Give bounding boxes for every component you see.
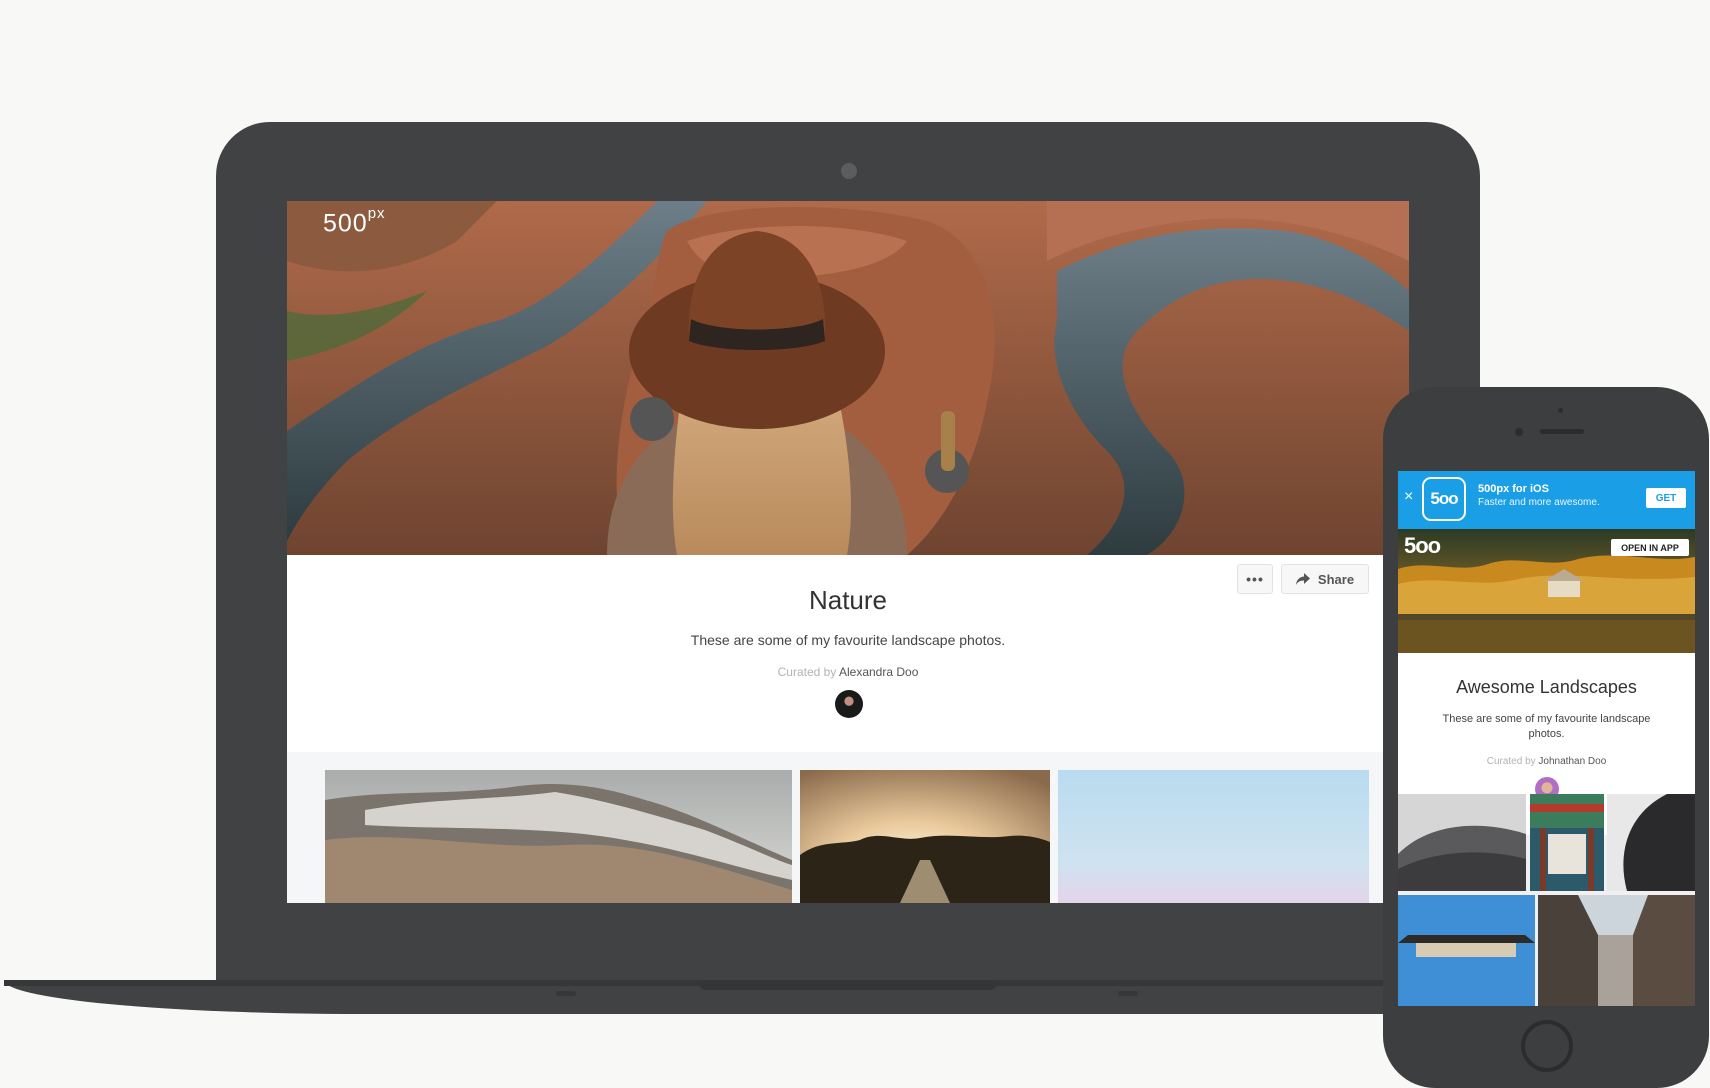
mobile-screen: × 5oo 500px for iOS Faster and more awes… [1398, 471, 1695, 1006]
laptop-foot [556, 991, 576, 996]
mobile-collection-description: These are some of my favourite landscape… [1442, 713, 1651, 740]
curve-photo [1607, 794, 1695, 891]
close-icon[interactable]: × [1404, 488, 1413, 506]
mobile-curated-by: Curated by Johnathan Doo [1398, 756, 1695, 767]
banner-title: 500px for iOS [1478, 483, 1549, 495]
brand-logo-mobile[interactable]: 5oo [1404, 533, 1441, 559]
mobile-grid-photo-street[interactable] [1538, 895, 1695, 1006]
brand-logo[interactable]: 500px [323, 205, 386, 238]
laptop-hinge [698, 981, 998, 990]
curator-avatar[interactable] [835, 690, 863, 718]
phone-sensor [1558, 408, 1563, 413]
app-install-banner: × 5oo 500px for iOS Faster and more awes… [1398, 471, 1695, 529]
mobile-grid-photo-gate[interactable] [1530, 794, 1604, 891]
share-arrow-icon [1295, 573, 1310, 585]
curator-name[interactable]: Alexandra Doo [839, 665, 918, 679]
phone-camera [1515, 428, 1523, 436]
desktop-screen: 500px ••• Share Nature These are some of… [287, 201, 1409, 903]
logo-sup: px [367, 205, 386, 222]
laptop-foot [1118, 991, 1138, 996]
grid-photo-mountains[interactable] [325, 770, 792, 903]
architecture-photo [1398, 794, 1526, 891]
curated-by: Curated by Alexandra Doo [287, 665, 1409, 679]
collection-description: These are some of my favourite landscape… [690, 632, 1006, 648]
phone-home-button[interactable] [1521, 1020, 1573, 1072]
get-app-button[interactable]: GET [1646, 488, 1686, 508]
logo-text: 500 [323, 209, 368, 238]
banner-subtitle: Faster and more awesome. [1478, 497, 1600, 508]
app-icon: 5oo [1422, 477, 1466, 521]
mobile-grid-photo-architecture[interactable] [1398, 794, 1526, 891]
gate-photo [1530, 794, 1604, 891]
curated-prefix: Curated by [777, 665, 837, 679]
grid-photo-trees[interactable] [800, 770, 1050, 903]
cover-photo-illustration [287, 201, 1409, 555]
palace-photo [1398, 895, 1535, 1006]
phone-speaker [1540, 429, 1584, 434]
sky-photo [1058, 770, 1369, 903]
laptop-camera [841, 163, 857, 179]
collection-title: Nature [808, 585, 888, 615]
grid-photo-sky[interactable] [1058, 770, 1369, 903]
curator-name[interactable]: Johnathan Doo [1538, 756, 1606, 767]
open-in-app-button[interactable]: OPEN IN APP [1611, 539, 1689, 556]
mountain-photo [325, 770, 792, 903]
mobile-grid-photo-palace[interactable] [1398, 895, 1535, 1006]
mobile-grid-photo-curve[interactable] [1607, 794, 1695, 891]
mobile-collection-title: Awesome Landscapes [1456, 677, 1637, 697]
trees-photo [800, 770, 1050, 903]
curated-prefix: Curated by [1486, 756, 1536, 767]
street-photo [1538, 895, 1695, 1006]
cover-photo: 500px [287, 201, 1409, 555]
